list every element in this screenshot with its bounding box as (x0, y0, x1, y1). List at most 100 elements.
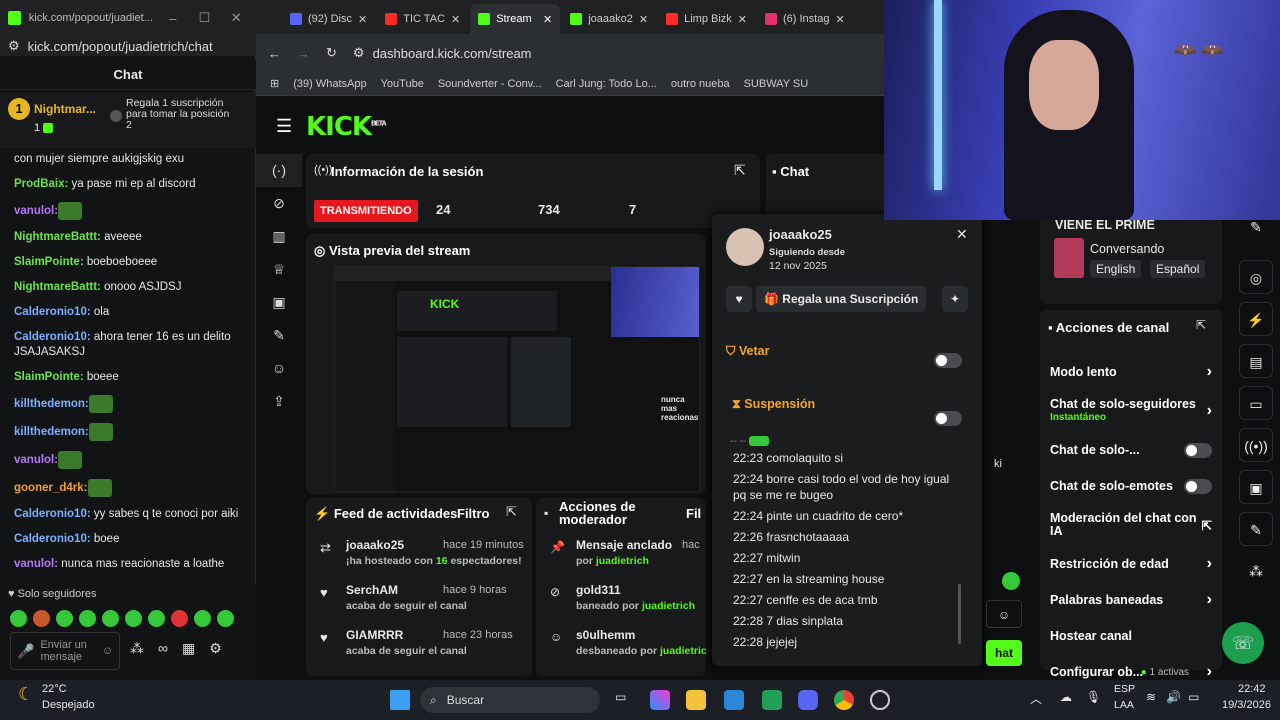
channel-action[interactable]: Restricción de edad › (1040, 546, 1222, 582)
popout-icon[interactable]: ⇱ (734, 162, 746, 179)
broadcast-icon[interactable]: ((•)) (1239, 428, 1273, 462)
tab-close-icon[interactable]: ✕ (738, 13, 747, 26)
site-settings-icon[interactable]: ⚙ (353, 45, 365, 61)
chevron-up-icon[interactable]: ︿ (1030, 690, 1042, 707)
mod-action-name[interactable]: s0ulhemm (576, 628, 706, 642)
channel-action[interactable]: Chat de solo-seguidores Instantáneo › (1040, 390, 1222, 432)
clock-date[interactable]: 19/3/2026 (1222, 699, 1271, 711)
windows-start-icon[interactable] (390, 690, 410, 710)
chat-username[interactable]: Calderonio10: (14, 331, 91, 343)
chat-username[interactable]: NightmareBattt: (14, 231, 101, 243)
emote-icon[interactable] (148, 610, 165, 627)
tab-close-icon[interactable]: ✕ (835, 13, 844, 26)
emote-icon[interactable] (10, 610, 27, 627)
wrench-icon[interactable]: ✎ (1239, 512, 1273, 546)
forward-icon[interactable]: → (297, 46, 310, 61)
tag-espanol[interactable]: Español (1150, 260, 1206, 278)
channel-action[interactable]: Modo lento › (1040, 354, 1222, 390)
address-bar[interactable]: ← → ↻ ⚙ dashboard.kick.com/stream (256, 34, 886, 72)
close-icon[interactable]: ✕ (224, 10, 248, 26)
emote-icon[interactable] (217, 610, 234, 627)
toggle-switch[interactable] (1184, 478, 1212, 494)
chat-send-button[interactable]: hat (986, 640, 1022, 666)
weather-icon[interactable]: ☾ (18, 684, 34, 705)
channel-action[interactable]: Palabras baneadas › (1040, 582, 1222, 618)
suspension-toggle[interactable] (934, 411, 962, 426)
bookmark-item[interactable]: SUBWAY SU (744, 78, 809, 90)
browser-tab[interactable]: (6) Instag ✕ (757, 4, 853, 34)
chat-username[interactable]: killthedemon: (14, 398, 89, 410)
chat-username[interactable]: ProdBaix: (14, 178, 68, 190)
chat-username[interactable]: Calderonio10: (14, 306, 91, 318)
channel-action[interactable]: Chat de solo-emotes (1040, 468, 1222, 504)
microphone-icon[interactable]: 🎤 (17, 643, 34, 660)
upload-icon[interactable]: ⇪ (256, 385, 302, 418)
back-icon[interactable]: ← (268, 46, 281, 61)
microphone-icon[interactable]: 🎙 (1086, 690, 1101, 704)
popout-icon[interactable]: ⇱ (1196, 318, 1206, 332)
tab-close-icon[interactable]: ✕ (451, 13, 460, 26)
video-icon[interactable]: ▣ (256, 286, 302, 319)
emote-icon[interactable] (125, 610, 142, 627)
bookmark-item[interactable]: (39) WhatsApp (293, 78, 366, 90)
site-settings-icon[interactable]: ⚙ (8, 38, 20, 54)
taskbar-search[interactable]: ⌕ Buscar (420, 687, 600, 713)
apps-grid-icon[interactable]: ⊞ (270, 77, 279, 90)
emote-icon[interactable] (194, 610, 211, 627)
emote-icon[interactable] (171, 610, 188, 627)
stream-preview-video[interactable]: KICK nunca mas reacionast (334, 266, 700, 492)
chat-username[interactable]: gooner_d4rk: (14, 482, 88, 494)
emote-icon[interactable] (102, 610, 119, 627)
cloud-icon[interactable]: ☁ (1060, 690, 1072, 704)
volume-icon[interactable]: 🔊 (1166, 690, 1181, 704)
kick-logo[interactable]: KICKBETA (306, 112, 387, 142)
share-icon[interactable]: ⁂ (1239, 554, 1273, 588)
tag-english[interactable]: English (1090, 260, 1142, 278)
scrollbar[interactable] (958, 584, 961, 644)
obs-icon[interactable] (870, 690, 890, 710)
stream-icon[interactable]: (·) (256, 154, 302, 187)
chat-username[interactable]: NightmareBattt: (14, 281, 101, 293)
channel-action[interactable]: Chat de solo-... (1040, 432, 1222, 468)
emote-icon[interactable] (79, 610, 96, 627)
gear-icon[interactable]: ⚙ (209, 640, 222, 657)
expand-icon[interactable]: ⇱ (506, 504, 517, 520)
wrench-icon[interactable]: ✎ (256, 319, 302, 352)
bookmark-item[interactable]: Carl Jung: Todo Lo... (556, 78, 657, 90)
category-name[interactable]: Conversando (1090, 242, 1164, 256)
popup-username[interactable]: joaaako25 (769, 227, 832, 242)
bookmark-item[interactable]: Soundverter - Conv... (438, 78, 542, 90)
emote-icon[interactable] (56, 610, 73, 627)
category-thumbnail[interactable] (1054, 238, 1084, 278)
mod-icon[interactable]: ✦ (942, 286, 968, 312)
chat-username[interactable]: vanulol: (14, 558, 58, 570)
chat-username[interactable]: Calderonio10: (14, 508, 91, 520)
gift-sub-button[interactable]: 🎁 Regala una Suscripción (756, 286, 926, 312)
channel-action[interactable]: Hostear canal (1040, 618, 1222, 654)
mod-filter-button[interactable]: Fil (686, 506, 701, 521)
bookmark-item[interactable]: YouTube (381, 78, 424, 90)
chat-username[interactable]: vanulol: (14, 454, 58, 466)
browser-tab[interactable]: TIC TAC ✕ (377, 4, 468, 34)
users-icon[interactable]: ☺ (256, 352, 302, 385)
browser-tab[interactable]: Limp Bizk ✕ (658, 4, 755, 34)
chrome-icon[interactable] (834, 690, 854, 710)
emoji-icon[interactable]: ☺ (986, 600, 1022, 628)
copilot-icon[interactable] (650, 690, 670, 710)
close-icon[interactable]: ✕ (956, 226, 968, 243)
bookmark-item[interactable]: outro nueba (671, 78, 730, 90)
wifi-icon[interactable]: ≋ (1146, 690, 1156, 704)
browser-tab[interactable]: Stream ✕ (470, 4, 561, 34)
chat-username[interactable]: Calderonio10: (14, 533, 91, 545)
chat-username[interactable]: SlaimPointe: (14, 371, 84, 383)
clock-time[interactable]: 22:42 (1238, 683, 1266, 695)
chat-username[interactable]: killthedemon: (14, 426, 89, 438)
toggle-switch[interactable] (1184, 442, 1212, 458)
apps-icon[interactable]: ⁂ (130, 640, 144, 657)
language-primary[interactable]: ESP (1114, 683, 1135, 695)
excel-icon[interactable] (762, 690, 782, 710)
explorer-icon[interactable] (686, 690, 706, 710)
menu-icon[interactable]: ☰ (276, 116, 292, 137)
popout-urlbar[interactable]: ⚙ kick.com/popout/juadietrich/chat (0, 36, 256, 56)
trophy-icon[interactable]: ♕ (256, 253, 302, 286)
